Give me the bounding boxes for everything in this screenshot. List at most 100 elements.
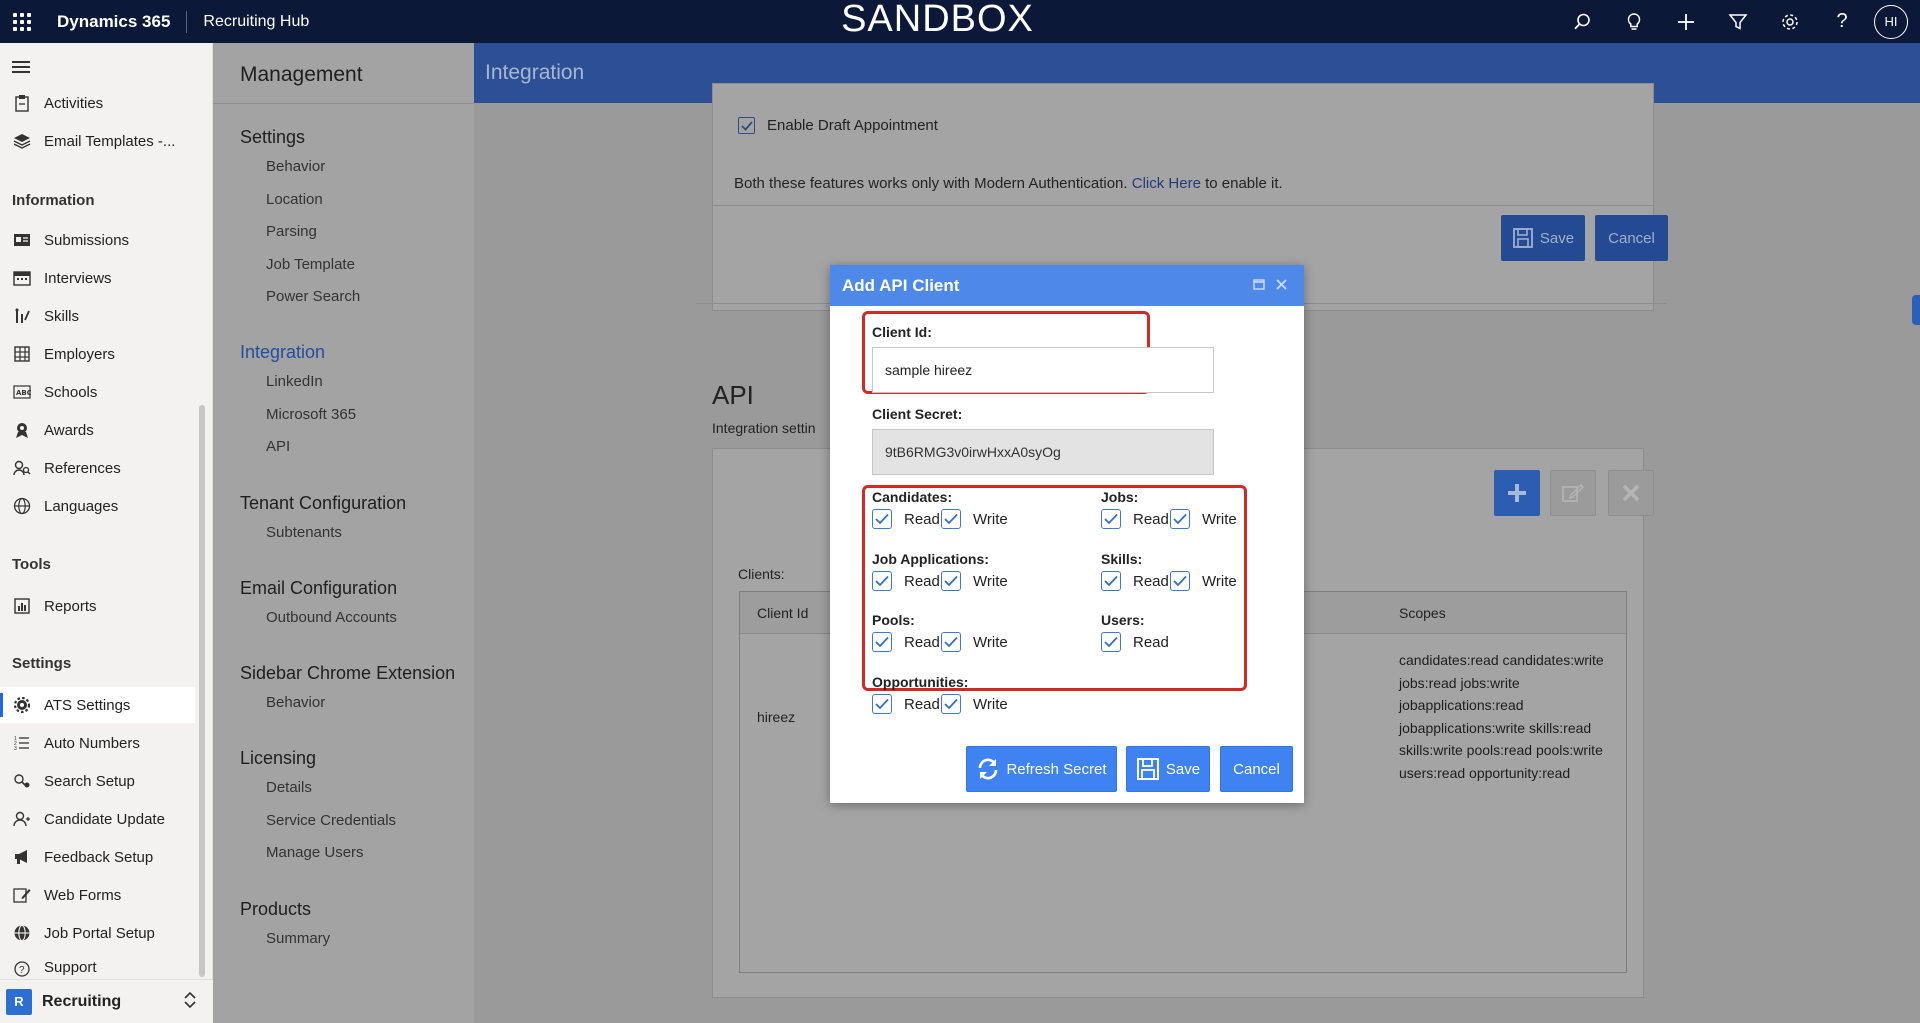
nav-scrollbar[interactable]	[199, 405, 205, 977]
mgmt-link-linkedin[interactable]: LinkedIn	[266, 373, 323, 390]
filter-icon[interactable]	[1712, 0, 1764, 43]
gear-icon[interactable]	[1764, 0, 1816, 43]
plus-icon	[1508, 484, 1526, 502]
draft-appointment-option[interactable]: Enable Draft Appointment	[738, 117, 938, 134]
skills-write-checkbox[interactable]: Write	[1170, 571, 1237, 591]
nav-item-email-templates[interactable]: Email Templates -...	[0, 123, 195, 159]
checkmark-icon[interactable]	[1101, 509, 1121, 529]
read-label: Read	[904, 510, 940, 528]
pools-write-checkbox[interactable]: Write	[941, 632, 1008, 652]
pools-read-checkbox[interactable]: Read	[872, 632, 940, 652]
nav-item-label: Candidate Update	[44, 810, 165, 828]
mgmt-link-subtenants[interactable]: Subtenants	[266, 524, 342, 541]
delete-client-button[interactable]	[1608, 470, 1654, 516]
lightbulb-icon[interactable]	[1608, 0, 1660, 43]
skills-read-checkbox[interactable]: Read	[1101, 571, 1169, 591]
nav-item-submissions[interactable]: Submissions	[0, 222, 195, 258]
opportunities-write-checkbox[interactable]: Write	[941, 694, 1008, 714]
nav-item-awards[interactable]: Awards	[0, 412, 195, 448]
help-icon[interactable]: ?	[1816, 0, 1868, 43]
client-secret-input[interactable]: 9tB6RMG3v0irwHxxA0syOg	[872, 429, 1214, 475]
globe-icon	[12, 923, 32, 943]
job-applications-read-checkbox[interactable]: Read	[872, 571, 940, 591]
mgmt-link-summary[interactable]: Summary	[266, 930, 330, 947]
nav-item-search-setup[interactable]: Search Setup	[0, 763, 195, 799]
add-client-button[interactable]	[1494, 470, 1540, 516]
mgmt-link-power-search[interactable]: Power Search	[266, 288, 360, 305]
candidates-write-checkbox[interactable]: Write	[941, 509, 1008, 529]
settings-save-label: Save	[1539, 229, 1575, 247]
nav-item-web-forms[interactable]: Web Forms	[0, 877, 195, 913]
mgmt-link-job-template[interactable]: Job Template	[266, 256, 355, 273]
hamburger-menu-icon[interactable]	[12, 61, 30, 73]
checkmark-icon[interactable]	[1170, 509, 1190, 529]
nav-item-references[interactable]: References	[0, 450, 195, 486]
users-read-checkbox[interactable]: Read	[1101, 632, 1169, 652]
checkmark-icon[interactable]	[941, 694, 961, 714]
search-icon[interactable]	[1556, 0, 1608, 43]
checkmark-icon[interactable]	[872, 509, 892, 529]
column-header-client-id[interactable]: Client Id	[757, 605, 808, 621]
nav-item-ats-settings[interactable]: ATS Settings	[0, 687, 195, 723]
nav-item-activities[interactable]: Activities	[0, 85, 195, 121]
close-icon[interactable]	[1276, 277, 1287, 293]
mgmt-link-details[interactable]: Details	[266, 779, 312, 796]
refresh-secret-button[interactable]: Refresh Secret	[966, 746, 1117, 792]
click-here-link[interactable]: Click Here	[1132, 175, 1201, 192]
mgmt-link-api[interactable]: API	[266, 438, 290, 455]
client-id-input[interactable]: sample hireez	[872, 347, 1214, 393]
area-switcher[interactable]: R Recruiting	[0, 979, 213, 1023]
nav-item-employers[interactable]: Employers	[0, 336, 195, 372]
column-header-scopes[interactable]: Scopes	[1399, 605, 1446, 621]
candidates-read-checkbox[interactable]: Read	[872, 509, 940, 529]
nav-item-auto-numbers[interactable]: 123 Auto Numbers	[0, 725, 195, 761]
nav-item-schools[interactable]: ABC Schools	[0, 374, 195, 410]
nav-item-job-portal-setup[interactable]: Job Portal Setup	[0, 915, 195, 951]
mgmt-link-service-credentials[interactable]: Service Credentials	[266, 812, 396, 829]
nav-item-interviews[interactable]: Interviews	[0, 260, 195, 296]
dialog-save-button[interactable]: Save	[1126, 746, 1210, 792]
job-applications-write-checkbox[interactable]: Write	[941, 571, 1008, 591]
gear-icon	[12, 695, 32, 715]
edit-client-button[interactable]	[1550, 470, 1596, 516]
dialog-cancel-button[interactable]: Cancel	[1220, 746, 1293, 792]
maximize-icon[interactable]	[1253, 277, 1265, 293]
mgmt-link-outbound-accounts[interactable]: Outbound Accounts	[266, 609, 397, 626]
nav-item-reports[interactable]: Reports	[0, 588, 195, 624]
checkmark-icon[interactable]	[1101, 632, 1121, 652]
write-label: Write	[1202, 510, 1237, 528]
mgmt-link-location[interactable]: Location	[266, 191, 323, 208]
checkmark-icon[interactable]	[1170, 571, 1190, 591]
mgmt-link-behavior[interactable]: Behavior	[266, 158, 325, 175]
opportunities-read-checkbox[interactable]: Read	[872, 694, 940, 714]
nav-item-languages[interactable]: Languages	[0, 488, 195, 524]
checkmark-icon[interactable]	[941, 632, 961, 652]
nav-item-support[interactable]: ? Support	[0, 953, 195, 979]
mgmt-link-parsing[interactable]: Parsing	[266, 223, 317, 240]
checkmark-icon[interactable]	[941, 571, 961, 591]
side-panel-tab[interactable]	[1912, 295, 1920, 325]
settings-cancel-label: Cancel	[1608, 229, 1655, 247]
globe-icon	[12, 496, 32, 516]
jobs-write-checkbox[interactable]: Write	[1170, 509, 1237, 529]
mgmt-link-extension-behavior[interactable]: Behavior	[266, 694, 325, 711]
settings-save-button[interactable]: Save	[1501, 215, 1585, 261]
checkmark-icon[interactable]	[941, 509, 961, 529]
checkmark-icon[interactable]	[1101, 571, 1121, 591]
nav-item-feedback-setup[interactable]: Feedback Setup	[0, 839, 195, 875]
checkmark-icon[interactable]	[872, 694, 892, 714]
checkmark-icon[interactable]	[872, 571, 892, 591]
checkbox-icon[interactable]	[738, 117, 755, 134]
checkmark-icon[interactable]	[872, 632, 892, 652]
mgmt-link-microsoft-365[interactable]: Microsoft 365	[266, 406, 356, 423]
mgmt-link-manage-users[interactable]: Manage Users	[266, 844, 364, 861]
jobs-read-checkbox[interactable]: Read	[1101, 509, 1169, 529]
plus-icon[interactable]	[1660, 0, 1712, 43]
nav-item-candidate-update[interactable]: Candidate Update	[0, 801, 195, 837]
settings-cancel-button[interactable]: Cancel	[1595, 215, 1668, 261]
job-applications-label: Job Applications:	[872, 551, 989, 567]
nav-item-skills[interactable]: Skills	[0, 298, 195, 334]
draft-appointment-label: Enable Draft Appointment	[767, 117, 938, 134]
mgmt-heading-integration[interactable]: Integration	[240, 342, 325, 363]
avatar[interactable]: HI	[1874, 4, 1908, 39]
